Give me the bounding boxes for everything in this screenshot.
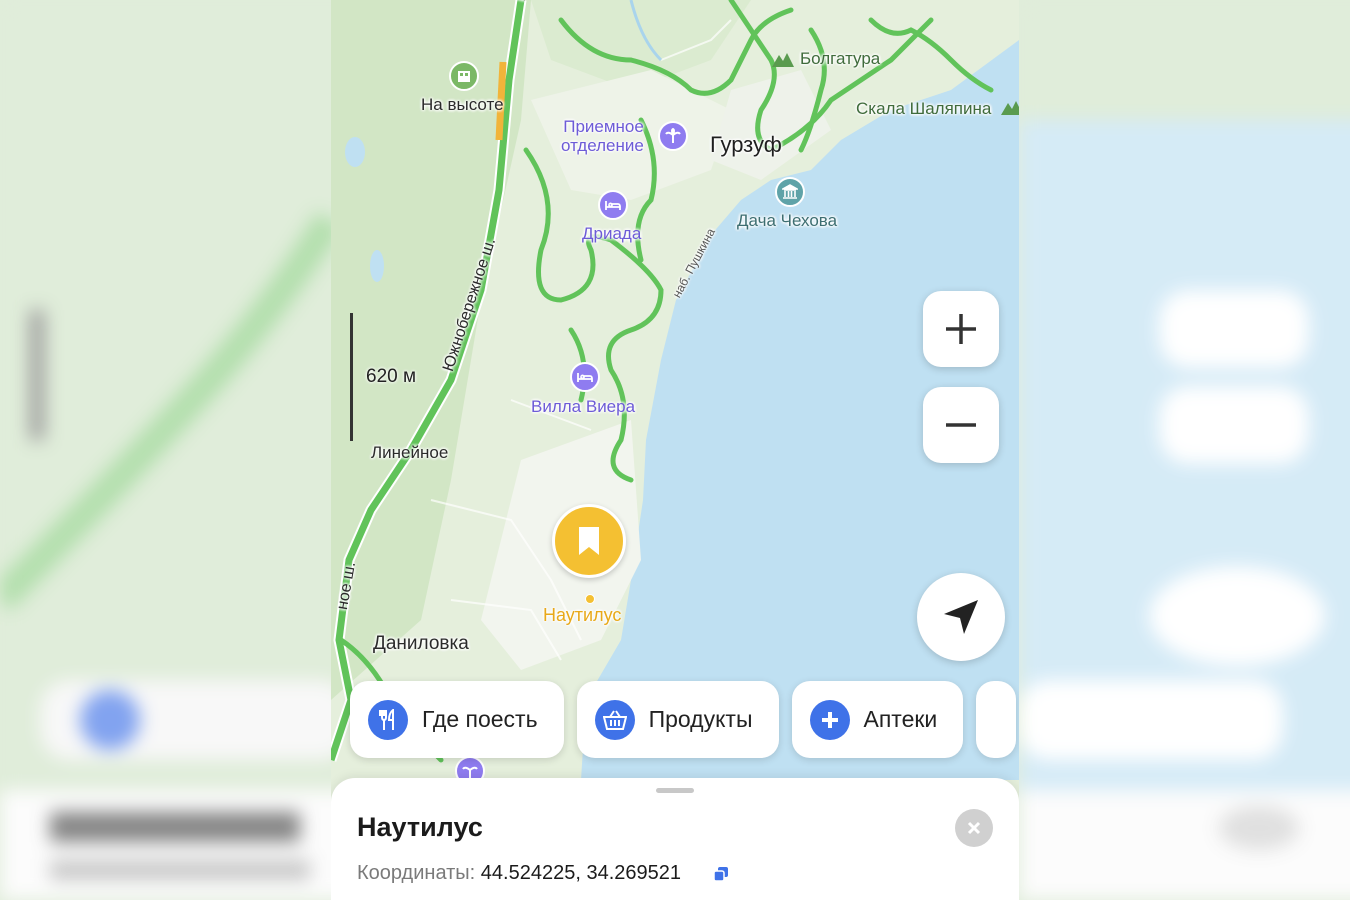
place-label-dacha[interactable]: Дача Чехова — [737, 211, 837, 231]
plus-icon — [809, 699, 850, 740]
palm-icon[interactable] — [658, 121, 688, 151]
close-icon — [967, 821, 981, 835]
chip-label: Где поесть — [422, 706, 538, 732]
hotel-icon[interactable] — [598, 190, 628, 220]
place-title: Наутилус — [357, 812, 483, 842]
bookmark-icon — [579, 527, 599, 555]
backdrop-right — [1019, 0, 1350, 900]
copy-icon[interactable] — [713, 866, 729, 882]
place-label-danilovka[interactable]: Даниловка — [373, 634, 469, 654]
plus-icon — [946, 314, 976, 344]
coordinates-row: Координаты: 44.524225, 34.269521 — [357, 862, 681, 885]
hotel-icon[interactable] — [449, 61, 479, 91]
place-label-skala[interactable]: Скала Шаляпина — [856, 99, 991, 119]
selected-place-dot — [585, 594, 595, 604]
place-label-villa[interactable]: Вилла Виера — [531, 397, 635, 417]
scale-label: 620 м — [366, 366, 417, 387]
navigation-arrow-icon — [944, 600, 978, 634]
place-label-priemnoe[interactable]: Приемное отделение — [561, 117, 644, 155]
chip-more[interactable] — [976, 681, 1017, 758]
sheet-grabber[interactable] — [656, 788, 694, 793]
chip-food[interactable]: Где поесть — [350, 681, 564, 758]
mountain-icon — [1001, 101, 1019, 115]
town-label-gurzuf[interactable]: Гурзуф — [710, 133, 782, 157]
close-button[interactable] — [955, 809, 993, 847]
selected-place-pin[interactable] — [552, 504, 626, 578]
basket-icon — [594, 699, 635, 740]
museum-icon[interactable] — [775, 177, 805, 207]
coordinates-label: Координаты: — [357, 862, 476, 884]
scale-bar — [350, 313, 353, 441]
selected-place-label[interactable]: Наутилус — [543, 605, 621, 625]
chip-groceries[interactable]: Продукты — [576, 681, 779, 758]
zoom-in-button[interactable] — [923, 291, 999, 367]
chip-pharmacy[interactable]: Аптеки — [791, 681, 964, 758]
hotel-icon[interactable] — [570, 362, 600, 392]
place-card: Наутилус Координаты: 44.524225, 34.26952… — [331, 778, 1019, 900]
backdrop-left — [0, 0, 331, 900]
mountain-icon — [772, 53, 794, 67]
my-location-button[interactable] — [917, 573, 1005, 661]
fork-knife-icon — [368, 699, 408, 740]
chip-label: Продукты — [648, 706, 753, 732]
minus-icon — [946, 423, 976, 427]
chip-label: Аптеки — [863, 706, 938, 732]
map-screen: Юж Южнобережное ш. ное ш. На высоте Прие… — [331, 0, 1019, 900]
place-label-na-vysote[interactable]: На высоте — [421, 95, 504, 115]
coordinates-value[interactable]: 44.524225, 34.269521 — [481, 862, 681, 884]
place-label-driada[interactable]: Дриада — [582, 224, 641, 244]
place-label-lineynoe[interactable]: Линейное — [371, 443, 448, 463]
place-label-bolgatura[interactable]: Болгатура — [800, 49, 880, 69]
category-chips: Где поесть Продукты Аптеки — [350, 681, 1017, 759]
zoom-out-button[interactable] — [923, 387, 999, 463]
